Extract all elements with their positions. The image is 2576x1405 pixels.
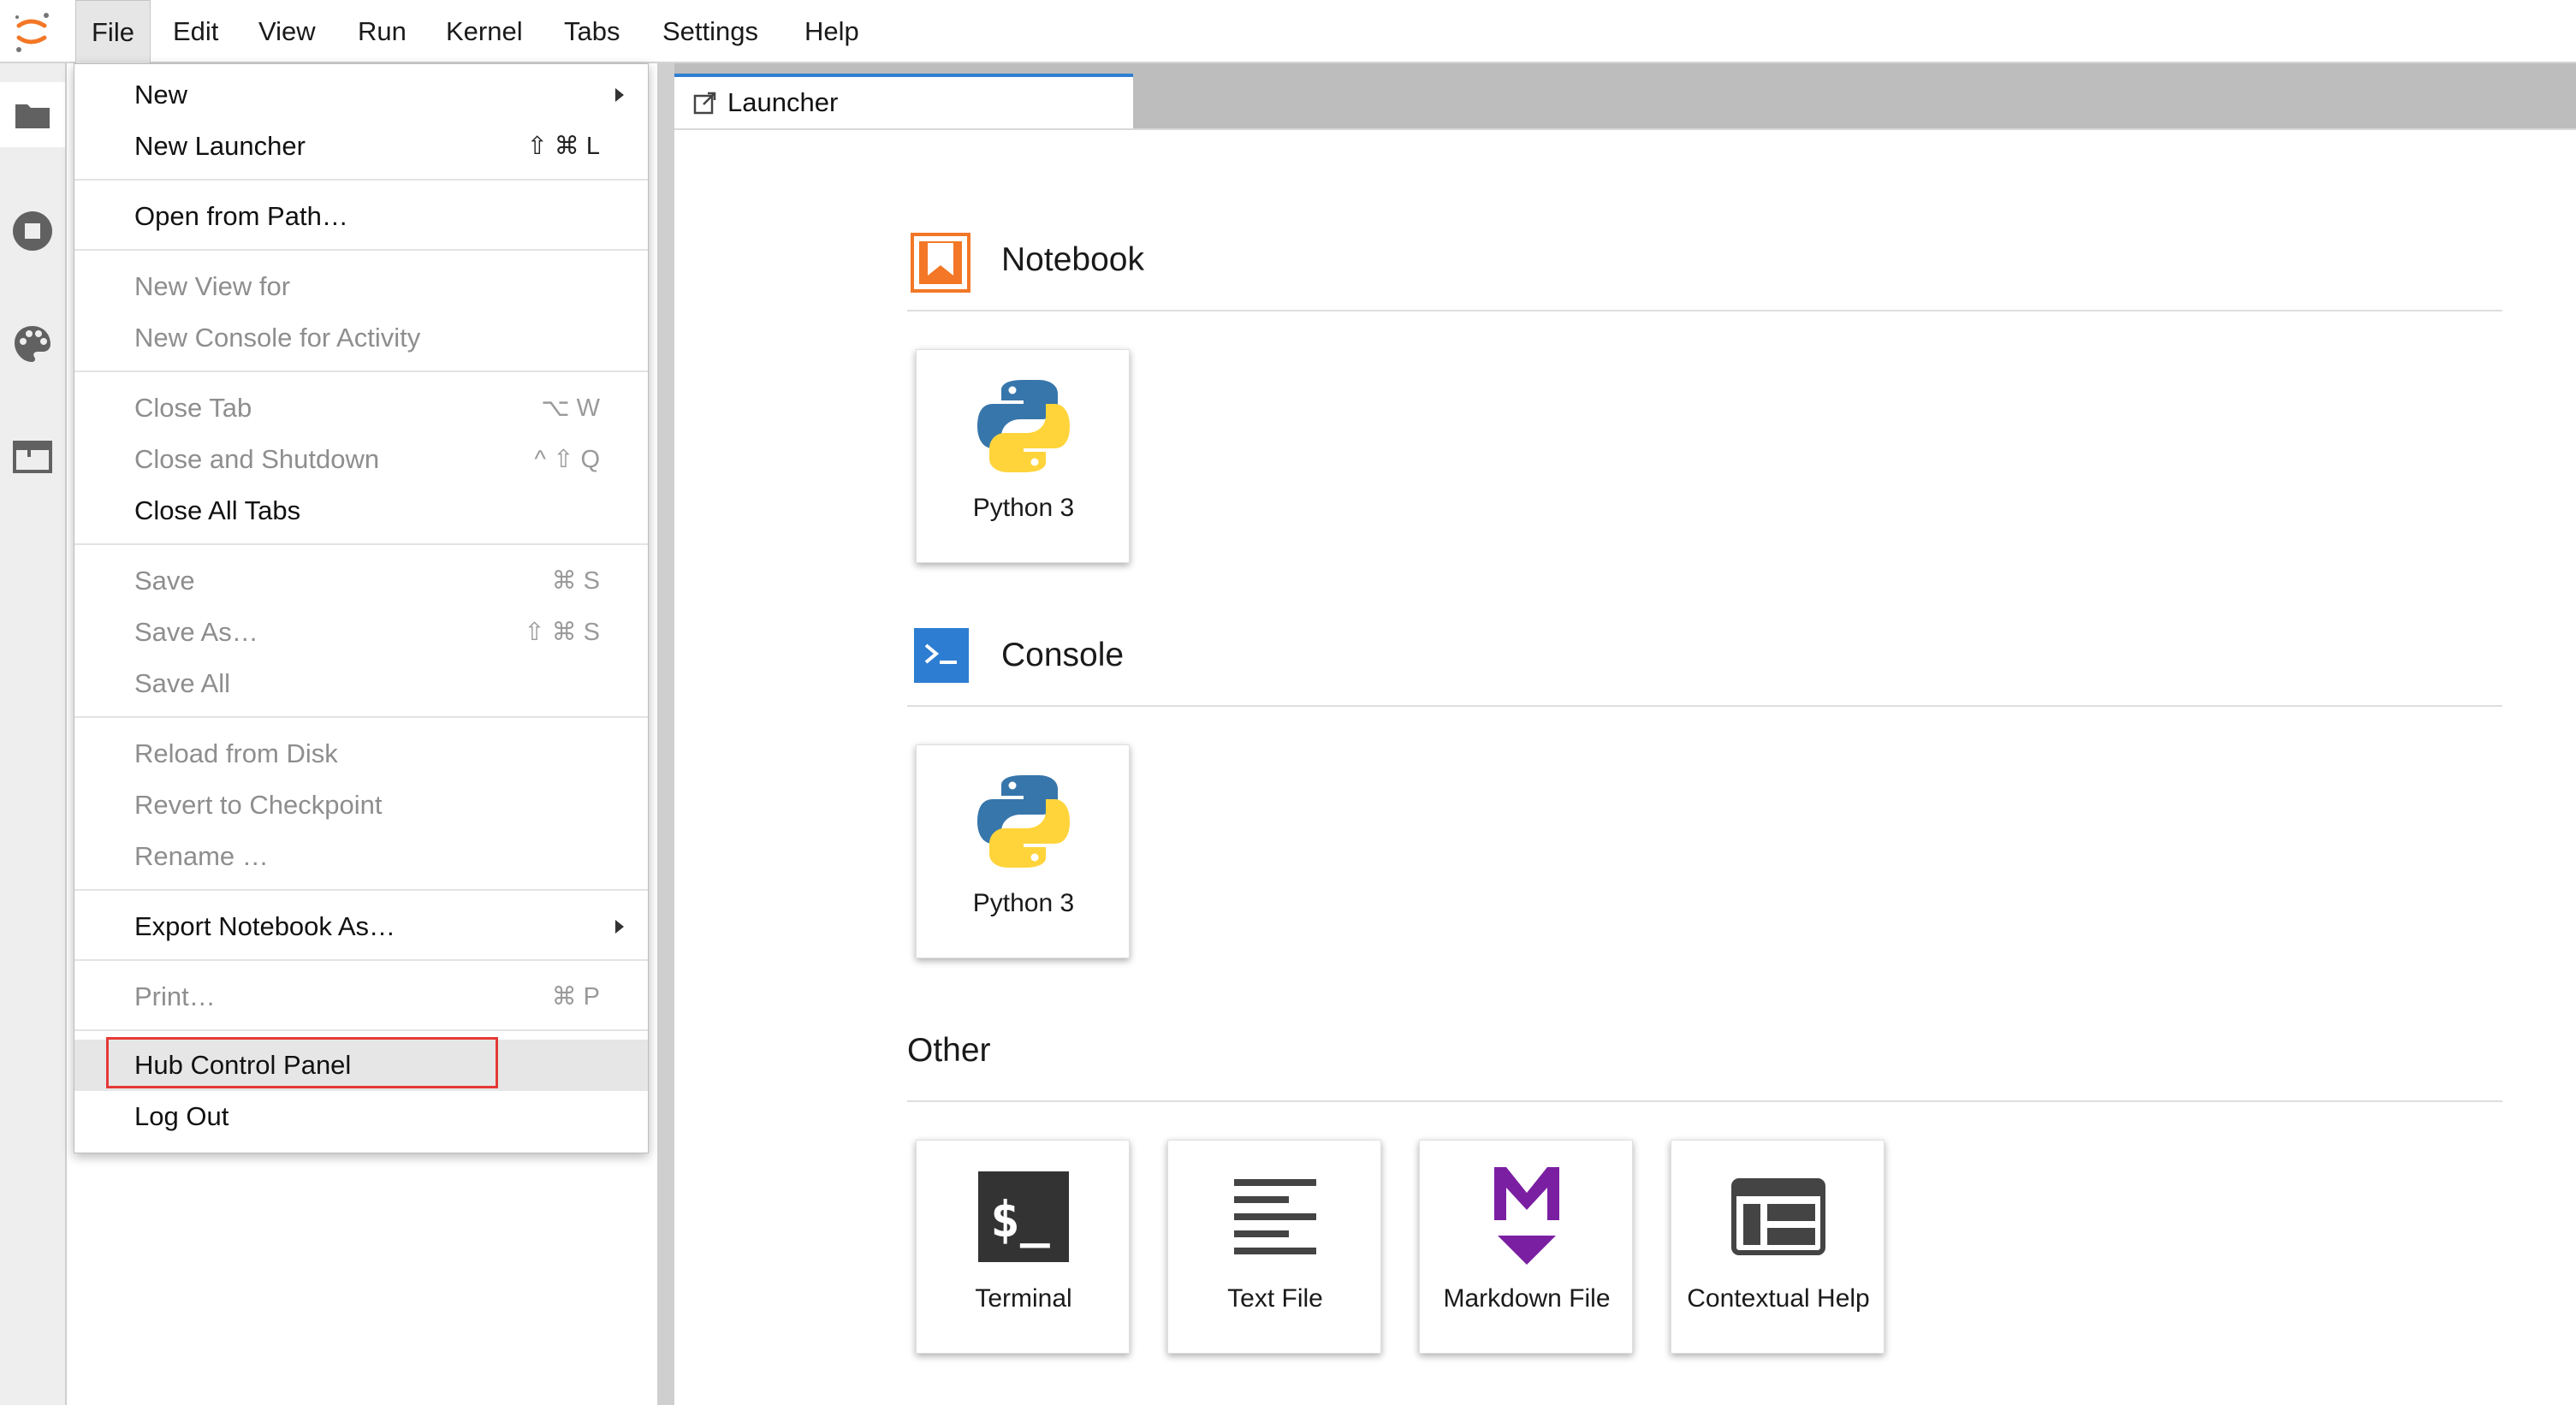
markdown-file-label: Markdown File	[1443, 1284, 1611, 1313]
markdown-icon	[1420, 1161, 1634, 1272]
menu-separator	[74, 543, 648, 545]
submenu-arrow-icon	[615, 920, 624, 934]
notebook-section-rule	[907, 310, 2502, 311]
menu-item-rename[interactable]: Rename …	[74, 831, 648, 882]
notebook-section-icon	[911, 233, 970, 297]
python-logo-icon	[917, 371, 1131, 482]
hub-control-panel-highlight	[106, 1037, 498, 1088]
console-python3-card[interactable]: Python 3	[916, 744, 1130, 958]
menu-help[interactable]: Help	[789, 0, 875, 63]
menu-separator	[74, 889, 648, 891]
folder-icon[interactable]	[0, 82, 65, 147]
menu-item-revert-to-checkpoint[interactable]: Revert to Checkpoint	[74, 780, 648, 831]
palette-icon[interactable]	[0, 311, 65, 376]
left-sidebar	[0, 63, 67, 1405]
menu-item-print[interactable]: Print… ⌘ P	[74, 971, 648, 1023]
console-section-title: Console	[1001, 637, 1125, 673]
other-section-title: Other	[907, 1032, 991, 1069]
text-file-icon	[1168, 1161, 1382, 1272]
launcher-tab-icon	[693, 91, 717, 115]
terminal-card[interactable]: $_ Terminal	[916, 1140, 1130, 1354]
menu-separator	[74, 716, 648, 718]
tab-launcher[interactable]: Launcher	[674, 74, 1133, 128]
tabs-icon[interactable]	[0, 424, 65, 489]
tab-launcher-label: Launcher	[727, 87, 839, 117]
menu-item-log-out[interactable]: Log Out	[74, 1091, 648, 1142]
menubar: File Edit View Run Kernel Tabs Settings …	[0, 0, 2576, 63]
menu-tabs[interactable]: Tabs	[549, 0, 635, 63]
menu-separator	[74, 1029, 648, 1031]
running-icon[interactable]	[0, 199, 65, 264]
menu-item-open-from-path[interactable]: Open from Path…	[74, 191, 648, 242]
menu-separator	[74, 371, 648, 372]
menu-item-close-tab[interactable]: Close Tab ⌥ W	[74, 382, 648, 434]
menu-item-new-launcher[interactable]: New Launcher ⇧ ⌘ L	[74, 121, 648, 172]
menu-settings[interactable]: Settings	[647, 0, 774, 63]
contextual-help-label: Contextual Help	[1687, 1284, 1870, 1313]
notebook-python3-label: Python 3	[972, 494, 1075, 522]
panel-splitter[interactable]	[657, 63, 674, 1405]
menu-item-close-and-shutdown[interactable]: Close and Shutdown ^ ⇧ Q	[74, 434, 648, 485]
menu-separator	[74, 959, 648, 961]
terminal-icon: $_	[917, 1161, 1131, 1272]
markdown-file-card[interactable]: Markdown File	[1419, 1140, 1633, 1354]
file-menu-dropdown: New New Launcher ⇧ ⌘ L Open from Path… N…	[74, 63, 649, 1153]
console-section-icon	[914, 628, 969, 687]
contextual-help-card[interactable]: Contextual Help	[1671, 1140, 1885, 1354]
menu-view[interactable]: View	[243, 0, 331, 63]
menu-item-save-all[interactable]: Save All	[74, 658, 648, 709]
menu-item-export-notebook-as[interactable]: Export Notebook As…	[74, 901, 648, 952]
notebook-section-title: Notebook	[1001, 241, 1144, 278]
menu-item-new[interactable]: New	[74, 69, 648, 121]
contextual-help-icon	[1671, 1161, 1885, 1272]
svg-text:$_: $_	[990, 1190, 1050, 1248]
menu-edit[interactable]: Edit	[157, 0, 234, 63]
text-file-card[interactable]: Text File	[1167, 1140, 1381, 1354]
menu-item-new-view-for[interactable]: New View for	[74, 261, 648, 312]
menu-separator	[74, 179, 648, 181]
jupyter-logo-icon[interactable]	[0, 0, 65, 63]
terminal-label: Terminal	[975, 1284, 1072, 1313]
menu-run[interactable]: Run	[342, 0, 422, 63]
menu-item-close-all-tabs[interactable]: Close All Tabs	[74, 485, 648, 537]
notebook-python3-card[interactable]: Python 3	[916, 349, 1130, 563]
other-section-rule	[907, 1100, 2502, 1102]
menu-item-save[interactable]: Save ⌘ S	[74, 555, 648, 607]
menu-item-new-console-for-activity[interactable]: New Console for Activity	[74, 312, 648, 364]
text-file-label: Text File	[1227, 1284, 1323, 1313]
console-python3-label: Python 3	[972, 889, 1075, 917]
menu-kernel[interactable]: Kernel	[430, 0, 538, 63]
menu-item-save-as[interactable]: Save As… ⇧ ⌘ S	[74, 607, 648, 658]
submenu-arrow-icon	[615, 88, 624, 102]
console-section-rule	[907, 705, 2502, 707]
menu-item-reload-from-disk[interactable]: Reload from Disk	[74, 728, 648, 780]
menu-separator	[74, 249, 648, 251]
python-logo-icon	[917, 766, 1131, 877]
menu-file[interactable]: File	[75, 0, 151, 63]
